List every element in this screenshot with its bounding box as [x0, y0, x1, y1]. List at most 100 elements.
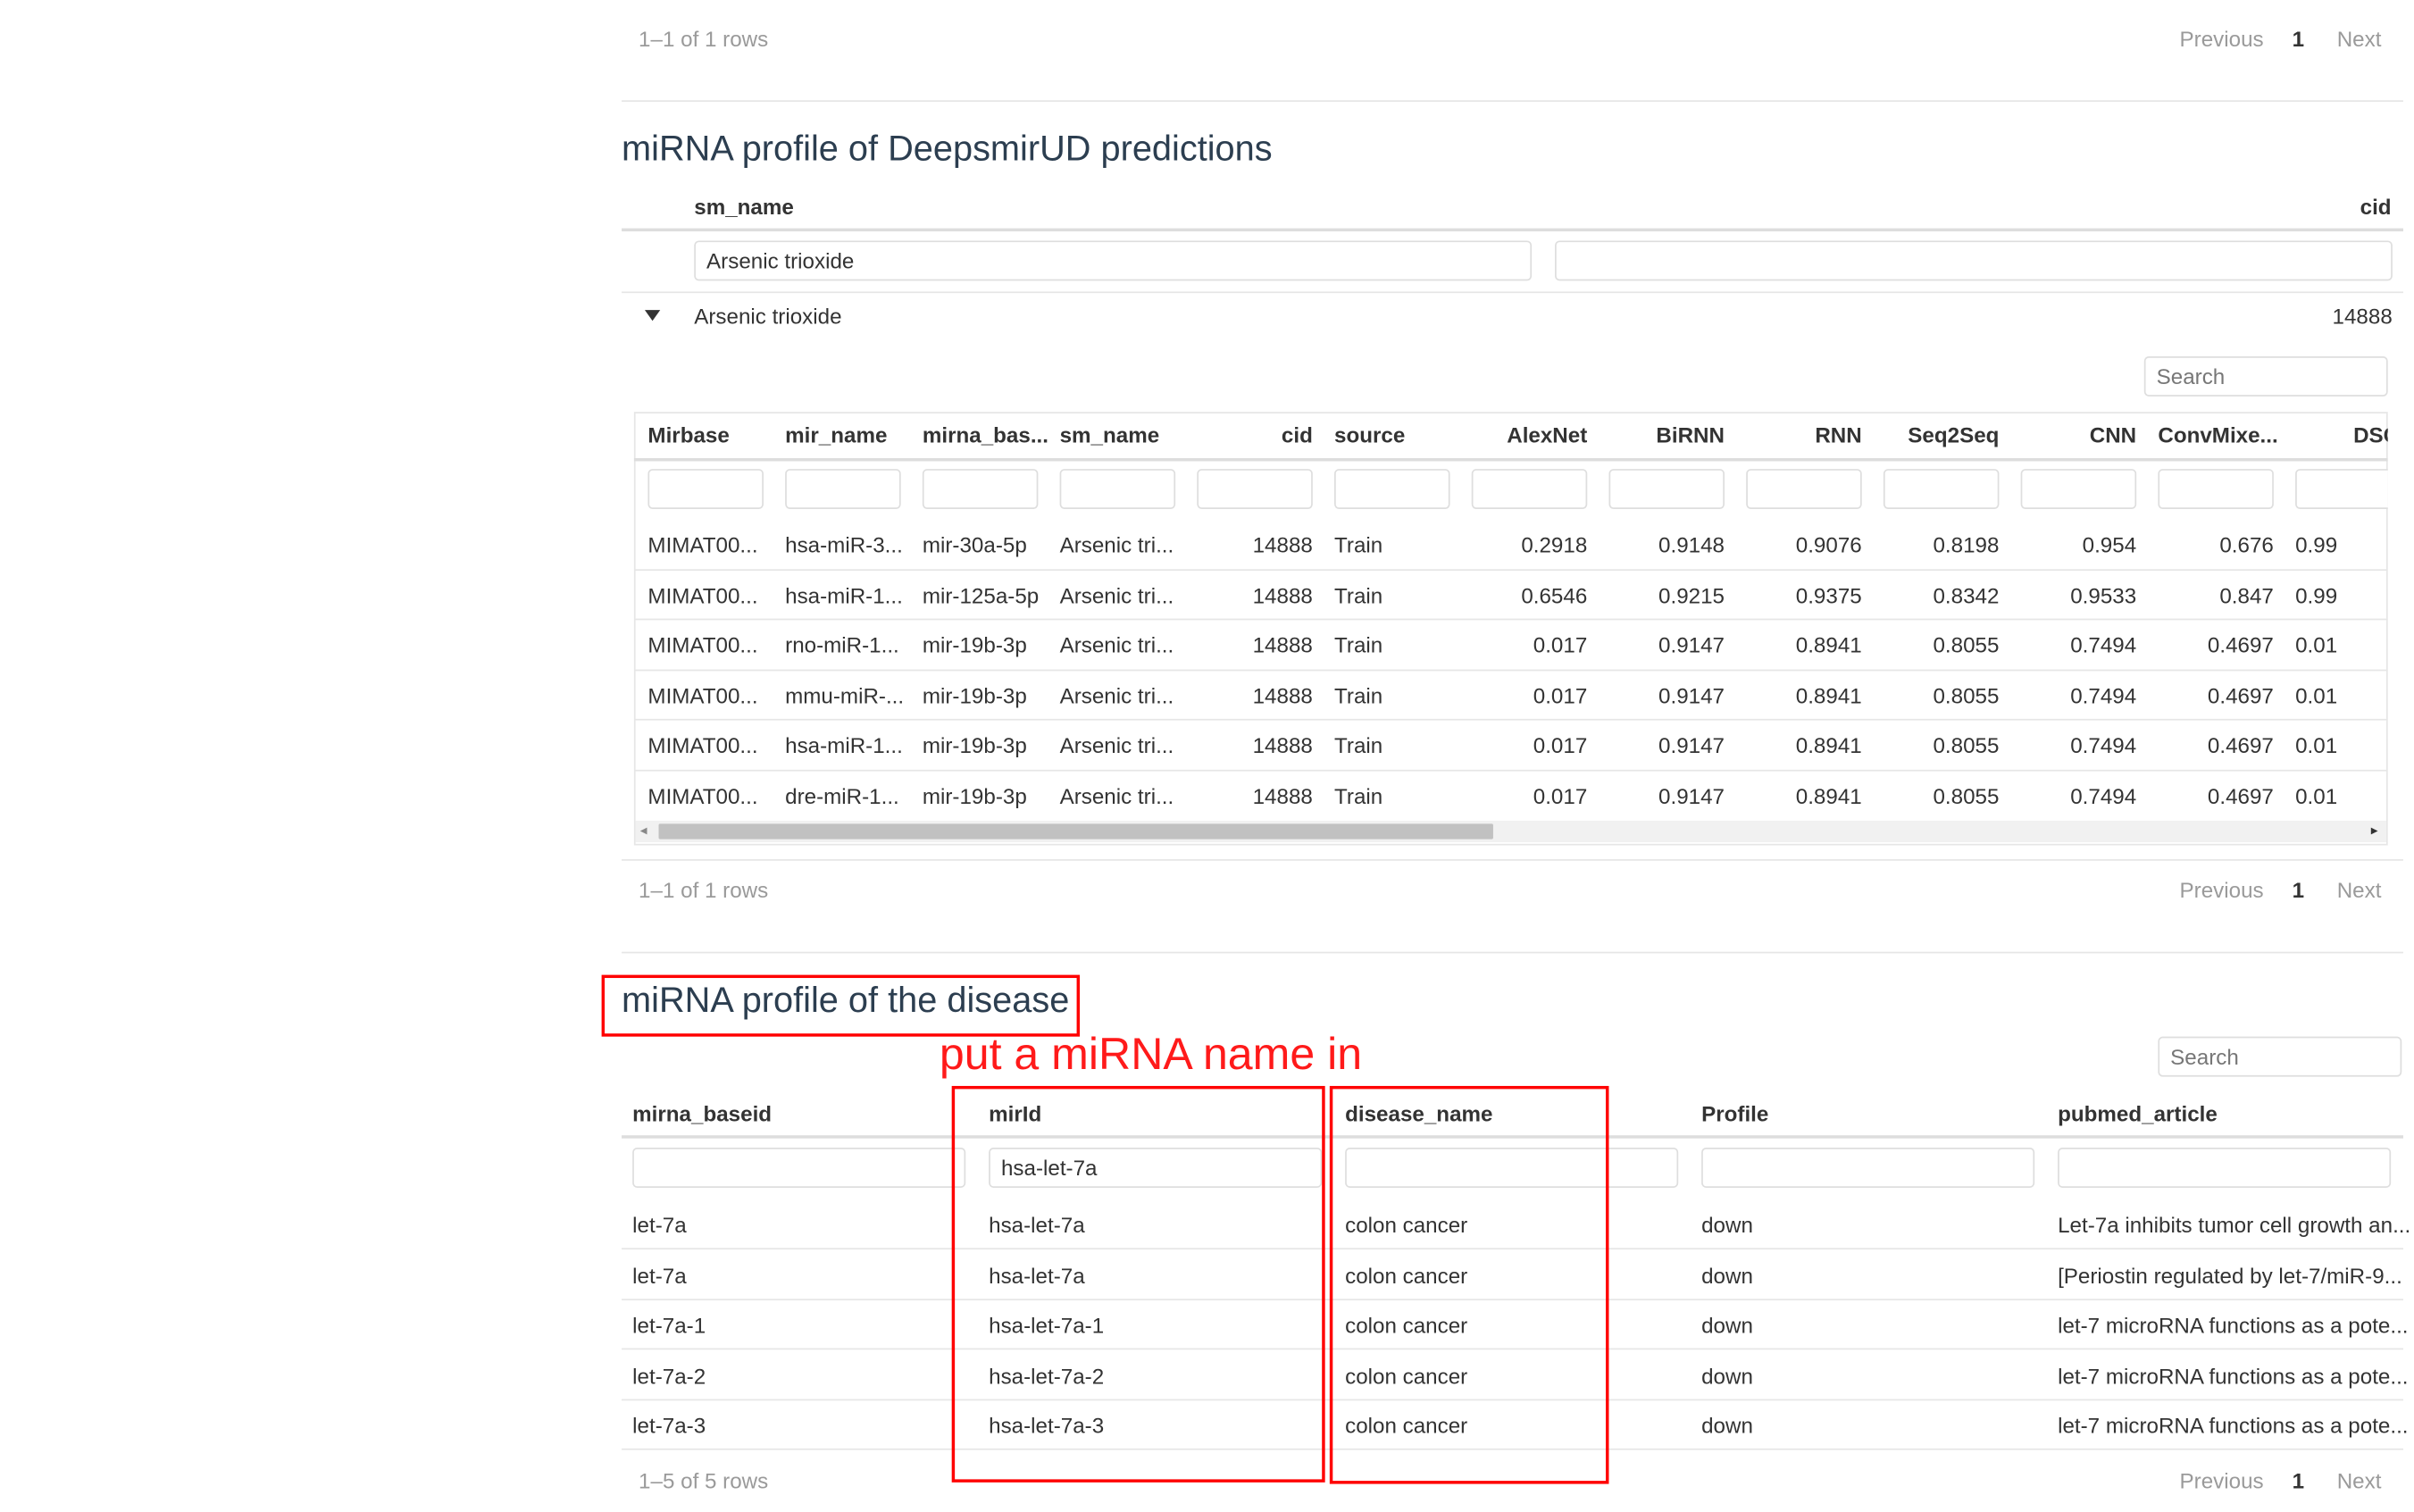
- header-mirna-baseid[interactable]: mirna_bas...: [923, 422, 1048, 447]
- pubmed-article-cell[interactable]: let-7 microRNA functions as a pote...: [2058, 1363, 2408, 1388]
- table-cell: Train: [1334, 682, 1383, 708]
- table-cell: hsa-miR-3...: [785, 531, 903, 557]
- outer-row-cid: 14888: [2332, 304, 2393, 329]
- header-pubmed-article[interactable]: pubmed_article: [2058, 1101, 2218, 1126]
- column-filter-input[interactable]: [1883, 469, 2000, 509]
- header-birnn[interactable]: BiRNN: [1608, 422, 1725, 447]
- pubmed-article-cell[interactable]: let-7 microRNA functions as a pote...: [2058, 1414, 2408, 1439]
- header-cid[interactable]: cid: [2360, 195, 2392, 220]
- table-cell: 0.847: [2219, 582, 2274, 607]
- top-previous-button[interactable]: Previous: [2180, 26, 2264, 51]
- table-cell: 14888: [1252, 582, 1313, 607]
- divider: [622, 100, 2403, 102]
- header-sm-name[interactable]: sm_name: [694, 195, 794, 220]
- disease-next-button[interactable]: Next: [2337, 1468, 2382, 1493]
- table-cell: 0.9147: [1658, 682, 1725, 708]
- table-cell: 14888: [1252, 682, 1313, 708]
- table-cell: 0.8941: [1795, 733, 1862, 758]
- table-cell: 14888: [1252, 531, 1313, 557]
- table-cell: Arsenic tri...: [1059, 682, 1174, 708]
- page: 1–1 of 1 rows Previous 1 Next miRNA prof…: [0, 0, 2414, 1512]
- table-cell: 0.9147: [1658, 733, 1725, 758]
- column-filter-input[interactable]: [632, 1148, 966, 1188]
- table-cell: Train: [1334, 733, 1383, 758]
- deepsmirud-search-input[interactable]: Search: [2143, 355, 2388, 397]
- table-cell: MIMAT00...: [647, 632, 758, 658]
- table-cell: 0.2918: [1521, 531, 1588, 557]
- column-filter-input[interactable]: [1471, 469, 1588, 509]
- disease-search-input[interactable]: Search: [2158, 1036, 2402, 1077]
- disease-previous-button[interactable]: Previous: [2180, 1468, 2264, 1493]
- scroll-left-arrow-icon[interactable]: ◂: [640, 823, 647, 840]
- pubmed-article-cell[interactable]: Let-7a inhibits tumor cell growth an...: [2058, 1213, 2410, 1238]
- table-cell: 0.9147: [1658, 632, 1725, 658]
- header-mirna-baseid[interactable]: mirna_baseid: [632, 1101, 772, 1126]
- deepsmirud-previous-button[interactable]: Previous: [2180, 878, 2264, 903]
- scroll-right-arrow-icon[interactable]: ▸: [2371, 823, 2378, 840]
- column-filter-input[interactable]: [1608, 469, 1725, 509]
- table-cell: 14888: [1252, 783, 1313, 809]
- table-cell: MIMAT00...: [647, 682, 758, 708]
- expand-row-icon[interactable]: [643, 304, 662, 322]
- deepsmirud-next-button[interactable]: Next: [2337, 878, 2382, 903]
- header-source[interactable]: source: [1334, 422, 1450, 447]
- column-filter-input[interactable]: [2158, 469, 2274, 509]
- table-cell: MIMAT00...: [647, 733, 758, 758]
- cid-filter-input[interactable]: [1555, 240, 2393, 281]
- table-cell: 0.676: [2219, 531, 2274, 557]
- column-filter-input[interactable]: [1746, 469, 1862, 509]
- column-filter-input[interactable]: [1197, 469, 1313, 509]
- table-cell: 14888: [1252, 733, 1313, 758]
- header-cnn[interactable]: CNN: [2021, 422, 2136, 447]
- header-dscnn[interactable]: DSCc: [2295, 422, 2388, 447]
- table-cell: mir-19b-3p: [922, 733, 1027, 758]
- table-cell: 0.017: [1533, 632, 1588, 658]
- deepsmirud-section-title: miRNA profile of DeepsmirUD predictions: [622, 128, 1273, 169]
- column-filter-input[interactable]: [2295, 469, 2388, 509]
- table-cell: 0.7494: [2070, 783, 2137, 809]
- column-filter-input[interactable]: [647, 469, 764, 509]
- horizontal-scrollbar[interactable]: ◂ ▸: [635, 820, 2386, 843]
- header-sm-name[interactable]: sm_name: [1060, 422, 1176, 447]
- sm-name-filter-input[interactable]: Arsenic trioxide: [694, 240, 1533, 281]
- table-cell: 0.9533: [2070, 582, 2137, 607]
- top-rows-info: 1–1 of 1 rows: [639, 26, 769, 51]
- table-cell: mir-125a-5p: [922, 582, 1040, 607]
- column-filter-input[interactable]: [1701, 1148, 2035, 1188]
- column-filter-input[interactable]: [1059, 469, 1176, 509]
- column-filter-input[interactable]: [2058, 1148, 2392, 1188]
- column-filter-input[interactable]: [2020, 469, 2137, 509]
- header-seq2seq[interactable]: Seq2Seq: [1884, 422, 1999, 447]
- header-alexnet[interactable]: AlexNet: [1472, 422, 1587, 447]
- header-mir-name[interactable]: mir_name: [785, 422, 901, 447]
- table-cell: 0.9375: [1795, 582, 1862, 607]
- header-mirbase[interactable]: Mirbase: [647, 422, 764, 447]
- table-cell: let-7a-1: [632, 1313, 706, 1338]
- table-cell: 0.8941: [1795, 632, 1862, 658]
- table-cell: hsa-miR-1...: [785, 582, 903, 607]
- header-profile[interactable]: Profile: [1701, 1101, 1768, 1126]
- header-rnn[interactable]: RNN: [1746, 422, 1861, 447]
- header-convmixer[interactable]: ConvMixe...: [2158, 422, 2277, 447]
- table-cell: Arsenic tri...: [1059, 531, 1174, 557]
- column-filter-input[interactable]: [922, 469, 1039, 509]
- top-next-button[interactable]: Next: [2337, 26, 2382, 51]
- deepsmirud-page-1-button[interactable]: 1: [2293, 878, 2304, 903]
- table-cell: MIMAT00...: [647, 531, 758, 557]
- pubmed-article-cell[interactable]: [Periostin regulated by let-7/miR-9...: [2058, 1263, 2402, 1288]
- disease-page-1-button[interactable]: 1: [2293, 1468, 2304, 1493]
- table-cell: 0.01: [2295, 733, 2338, 758]
- table-cell: 0.4697: [2207, 632, 2274, 658]
- table-cell: 0.99: [2295, 582, 2338, 607]
- top-page-1-button[interactable]: 1: [2293, 26, 2304, 51]
- table-cell: 0.7494: [2070, 632, 2137, 658]
- deepsmirud-rows-info: 1–1 of 1 rows: [639, 877, 769, 903]
- table-cell: Train: [1334, 531, 1383, 557]
- pubmed-article-cell[interactable]: let-7 microRNA functions as a pote...: [2058, 1313, 2408, 1338]
- table-cell: 0.01: [2295, 783, 2338, 809]
- header-cid[interactable]: cid: [1197, 422, 1313, 447]
- column-filter-input[interactable]: [785, 469, 901, 509]
- scrollbar-thumb[interactable]: [658, 823, 1493, 840]
- disease-rows-info: 1–5 of 5 rows: [639, 1468, 769, 1493]
- column-filter-input[interactable]: [1334, 469, 1450, 509]
